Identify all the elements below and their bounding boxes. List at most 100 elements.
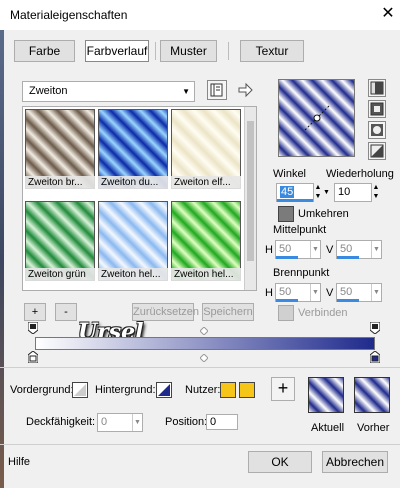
midpoint-h-slider-fill — [276, 256, 298, 259]
add-button[interactable]: + — [24, 303, 46, 321]
gradient-bar[interactable] — [35, 337, 375, 350]
color-midpoint-marker[interactable] — [199, 353, 209, 363]
library-icon[interactable] — [207, 80, 227, 100]
preset-value: Zweiton — [29, 85, 68, 97]
gallery-item-label: Zweiton hel... — [98, 268, 168, 281]
color-stop-start-marker[interactable] — [27, 350, 39, 364]
gallery-item[interactable]: Zweiton br... — [25, 109, 95, 189]
gallery-item[interactable]: Zweiton elf... — [171, 109, 241, 189]
gallery-item-label: Zweiton grün — [25, 268, 95, 281]
focus-v-label: V — [326, 287, 334, 299]
position-input[interactable]: 0 — [206, 414, 238, 430]
position-label: Position: — [165, 416, 208, 428]
midpoint-h-label: H — [265, 244, 273, 256]
radial-style-icon[interactable] — [368, 142, 386, 160]
invert-label: Umkehren — [298, 208, 349, 220]
foreground-label: Vordergrund: — [10, 384, 74, 396]
focus-h-input[interactable]: 50 ▼ — [275, 283, 321, 302]
remove-button[interactable]: - — [55, 303, 77, 321]
repeat-spin-arrows[interactable]: ▲ ▼ — [371, 183, 381, 202]
angle-value: 45 — [280, 186, 295, 198]
gradient-gallery: Zweiton br... Zweiton du... Zweiton elf.… — [22, 106, 257, 291]
chevron-down-icon[interactable]: ▼ — [371, 284, 381, 301]
current-label: Aktuell — [311, 422, 345, 434]
top-stop-marker[interactable] — [369, 321, 381, 335]
angle-input[interactable]: 45 — [276, 183, 314, 202]
repeat-label: Wiederholung — [326, 168, 394, 180]
tab-textur[interactable]: Textur — [240, 40, 304, 62]
cancel-button[interactable]: Abbrechen — [322, 451, 388, 473]
midpoint-v-input[interactable]: 50 ▼ — [336, 240, 382, 259]
chevron-down-icon[interactable]: ▼ — [310, 241, 320, 258]
midpoint-label: Mittelpunkt — [273, 224, 327, 236]
tab-muster[interactable]: Muster — [160, 40, 217, 62]
tab-farbe[interactable]: Farbe — [14, 40, 75, 62]
sunburst-style-icon[interactable] — [368, 121, 386, 139]
add-to-swatches-icon[interactable]: + — [271, 377, 295, 401]
focus-v-input[interactable]: 50 ▼ — [336, 283, 382, 302]
midpoint-v-slider-fill — [337, 256, 359, 259]
help-link[interactable]: Hilfe — [8, 456, 30, 468]
tab-separator — [228, 42, 229, 60]
divider — [0, 367, 400, 368]
opacity-value: 0 — [101, 416, 108, 428]
background-swatch[interactable] — [156, 382, 172, 398]
arrow-right-icon[interactable] — [236, 81, 256, 99]
focus-v-slider-fill — [337, 299, 359, 302]
background-strip — [0, 30, 4, 488]
gallery-item-label: Zweiton elf... — [171, 176, 241, 189]
color-stop-end-marker[interactable] — [369, 350, 381, 364]
tab-separator — [155, 42, 156, 60]
rectangular-style-icon[interactable] — [368, 100, 386, 118]
user-label: Nutzer: — [185, 384, 221, 396]
chevron-down-icon[interactable]: ▼ — [132, 414, 142, 431]
link-label: Verbinden — [298, 307, 348, 319]
top-stop-marker[interactable] — [27, 321, 39, 335]
gallery-item-label: Zweiton br... — [25, 176, 95, 189]
user-color-swatch[interactable] — [239, 382, 255, 398]
gallery-item-label: Zweiton hel... — [171, 268, 241, 281]
chevron-down-icon[interactable]: ▼ — [323, 189, 330, 196]
midpoint-v-value: 50 — [340, 243, 353, 255]
ok-button[interactable]: OK — [248, 451, 312, 473]
focus-h-slider-fill — [276, 299, 298, 302]
focus-h-label: H — [265, 287, 273, 299]
scrollbar-thumb[interactable] — [247, 121, 254, 261]
midpoint-h-input[interactable]: 50 ▼ — [275, 240, 321, 259]
focus-v-value: 50 — [340, 286, 353, 298]
chevron-down-icon[interactable]: ▼ — [310, 284, 320, 301]
midpoint-v-label: V — [326, 244, 334, 256]
save-button[interactable]: Speichern — [202, 303, 254, 321]
gallery-item[interactable]: Zweiton hel... — [98, 201, 168, 281]
chevron-down-icon: ▼ — [182, 87, 190, 96]
repeat-input[interactable]: 10 — [334, 183, 372, 202]
gallery-item-label: Zweiton du... — [98, 176, 168, 189]
preset-dropdown[interactable]: Zweiton ▼ — [22, 81, 195, 102]
window-title: Materialeigenschaften — [10, 8, 128, 22]
angle-slider-fill — [277, 199, 313, 202]
foreground-swatch[interactable] — [72, 382, 88, 398]
gallery-item[interactable]: Zweiton hel... — [171, 201, 241, 281]
divider — [0, 444, 400, 445]
invert-checkbox[interactable] — [278, 206, 294, 222]
position-value: 0 — [210, 416, 217, 428]
link-checkbox[interactable] — [278, 305, 294, 321]
opacity-label: Deckfähigkeit: — [26, 416, 96, 428]
opacity-input[interactable]: 0 ▼ — [97, 413, 143, 432]
gallery-scrollbar[interactable] — [244, 107, 256, 290]
angle-spin-arrows[interactable]: ▲ ▼ — [313, 183, 323, 202]
close-icon[interactable]: ✕ — [378, 3, 398, 25]
linear-style-icon[interactable] — [368, 79, 386, 97]
gradient-preview[interactable] — [278, 79, 355, 157]
focus-label: Brennpunkt — [273, 267, 330, 279]
user-color-swatch[interactable] — [220, 382, 236, 398]
chevron-down-icon[interactable]: ▼ — [371, 241, 381, 258]
focus-h-value: 50 — [279, 286, 292, 298]
current-swatch[interactable] — [308, 377, 344, 413]
gallery-item[interactable]: Zweiton du... — [98, 109, 168, 189]
tab-farbverlauf[interactable]: Farbverlauf — [85, 40, 149, 62]
previous-swatch[interactable] — [354, 377, 390, 413]
previous-label: Vorher — [357, 422, 390, 434]
gallery-item[interactable]: Zweiton grün — [25, 201, 95, 281]
transparency-midpoint-marker[interactable] — [199, 326, 209, 336]
